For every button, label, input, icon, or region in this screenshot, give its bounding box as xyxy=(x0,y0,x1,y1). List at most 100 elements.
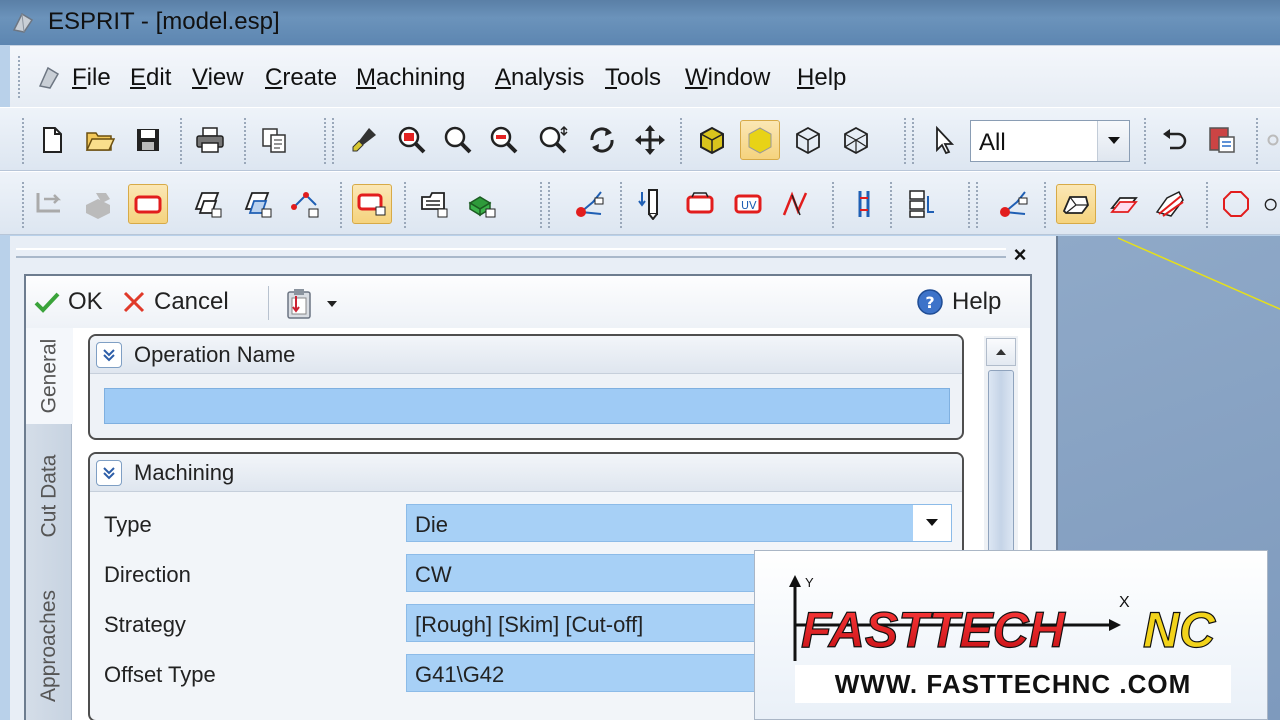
stock-automation-icon[interactable] xyxy=(462,184,502,224)
type-row: Type Die xyxy=(90,500,962,548)
menu-tools[interactable]: Tools xyxy=(605,64,661,92)
cancel-label: Cancel xyxy=(154,288,229,315)
operation-page-toolbar: OK Cancel ? Help xyxy=(26,276,1030,328)
technology-menu-button[interactable] xyxy=(284,288,338,320)
scroll-up-icon[interactable] xyxy=(986,338,1016,366)
save-icon[interactable] xyxy=(128,120,168,160)
menu-help[interactable]: Help xyxy=(797,64,846,92)
toolbar-grip[interactable] xyxy=(22,118,25,164)
dock-grip[interactable] xyxy=(16,248,1006,258)
wireframe-icon[interactable] xyxy=(788,120,828,160)
wire-profile-icon[interactable]: UV xyxy=(728,184,768,224)
document-system-icon[interactable] xyxy=(34,62,64,92)
operation-list-icon[interactable] xyxy=(902,184,942,224)
menubar-grip[interactable] xyxy=(18,56,24,98)
new-file-icon[interactable] xyxy=(32,120,72,160)
help-button[interactable]: ? Help xyxy=(916,288,1001,316)
toolbar-grip[interactable] xyxy=(324,118,327,164)
ok-button[interactable]: OK xyxy=(34,288,103,316)
zoom-out-icon[interactable] xyxy=(484,120,524,160)
copy-icon[interactable] xyxy=(254,120,294,160)
shaded-edges-icon[interactable] xyxy=(740,120,780,160)
menu-window[interactable]: Window xyxy=(685,64,770,92)
operation-name-header[interactable]: Operation Name xyxy=(90,336,962,374)
select-pointer-icon[interactable] xyxy=(924,120,964,160)
feature-chain-icon[interactable] xyxy=(128,184,168,224)
toolbar-separator xyxy=(244,118,247,164)
toolbar-grip xyxy=(548,182,551,228)
esprit-app-icon[interactable] xyxy=(10,10,36,36)
machining-title: Machining xyxy=(134,460,235,485)
rotate-view-icon[interactable] xyxy=(582,120,622,160)
menu-bar: File Edit View Create Machining Analysis… xyxy=(10,45,1280,107)
toolbar-separator xyxy=(404,182,407,228)
coordinate-system-icon[interactable] xyxy=(570,184,610,224)
feature-points-icon[interactable] xyxy=(286,184,326,224)
toolbar-separator xyxy=(268,286,269,320)
toolbar-separator xyxy=(1206,182,1209,228)
collapse-chevron-icon[interactable] xyxy=(96,460,122,486)
tab-general[interactable]: General xyxy=(26,328,73,424)
zoom-icon[interactable] xyxy=(438,120,478,160)
simulation-icon[interactable] xyxy=(1150,184,1190,224)
toolbar-grip[interactable] xyxy=(540,182,543,228)
menu-view[interactable]: View xyxy=(192,64,244,92)
print-icon[interactable] xyxy=(190,120,230,160)
logo-url-text: WWW. FASTTECHNC .COM xyxy=(795,665,1231,703)
cancel-button[interactable]: Cancel xyxy=(122,288,229,316)
edit-feature-icon[interactable] xyxy=(188,184,228,224)
operation-name-input[interactable] xyxy=(104,388,950,424)
open-folder-icon[interactable] xyxy=(80,120,120,160)
logo-axis-y-label: Y xyxy=(805,575,814,590)
type-select[interactable]: Die xyxy=(406,504,952,542)
chevron-down-icon[interactable] xyxy=(913,505,951,541)
menu-file[interactable]: File xyxy=(72,64,111,92)
zoom-window-icon[interactable] xyxy=(392,120,432,160)
feature-wizard-icon[interactable] xyxy=(238,184,278,224)
tab-cut-data[interactable]: Cut Data xyxy=(26,434,72,558)
solid-icon[interactable] xyxy=(1056,184,1096,224)
direction-value: CW xyxy=(415,562,452,587)
type-label: Type xyxy=(104,512,152,537)
feature-manager-icon[interactable] xyxy=(352,184,392,224)
machining-header[interactable]: Machining xyxy=(90,454,962,492)
toolbar-separator xyxy=(340,182,343,228)
process-icon[interactable] xyxy=(414,184,454,224)
taper-icon[interactable] xyxy=(776,184,816,224)
toolbar-separator xyxy=(620,182,623,228)
toolbar-grip xyxy=(912,118,915,164)
chevron-down-icon xyxy=(327,301,337,307)
pan-icon[interactable] xyxy=(630,120,670,160)
tab-approaches[interactable]: Approaches xyxy=(26,568,72,720)
cut-off-icon[interactable] xyxy=(844,184,884,224)
menu-analysis[interactable]: Analysis xyxy=(495,64,584,92)
circle-icon[interactable] xyxy=(1216,184,1256,224)
tool-icon[interactable] xyxy=(632,184,672,224)
toolbar-separator xyxy=(180,118,183,164)
collapse-chevron-icon[interactable] xyxy=(96,342,122,368)
toolbar-grip[interactable] xyxy=(22,182,25,228)
work-coordinates-icon[interactable] xyxy=(994,184,1034,224)
undo-icon[interactable] xyxy=(1154,120,1194,160)
arc-icon[interactable] xyxy=(1260,184,1280,224)
menu-edit[interactable]: Edit xyxy=(130,64,171,92)
menu-machining[interactable]: Machining xyxy=(356,64,465,92)
toolpath-export-icon[interactable] xyxy=(30,184,70,224)
hidden-line-icon[interactable] xyxy=(836,120,876,160)
chevron-down-icon[interactable] xyxy=(1097,121,1129,161)
toolbar-grip[interactable] xyxy=(904,118,907,164)
operation-name-group: Operation Name xyxy=(88,334,964,440)
menu-create[interactable]: Create xyxy=(265,64,337,92)
selection-filter-combo[interactable]: All xyxy=(970,120,1130,162)
gear-icon[interactable] xyxy=(1266,120,1280,160)
close-icon[interactable]: × xyxy=(1008,244,1032,266)
offset-type-value: G41\G42 xyxy=(415,662,505,687)
layers-icon[interactable] xyxy=(1104,184,1144,224)
stock-icon[interactable] xyxy=(78,184,118,224)
clipboard-paste-icon[interactable] xyxy=(1202,120,1242,160)
shaded-solid-icon[interactable] xyxy=(692,120,732,160)
toolbar-grip[interactable] xyxy=(968,182,971,228)
zoom-dynamic-icon[interactable] xyxy=(534,120,574,160)
paint-brush-icon[interactable] xyxy=(344,120,384,160)
contour-icon[interactable] xyxy=(680,184,720,224)
